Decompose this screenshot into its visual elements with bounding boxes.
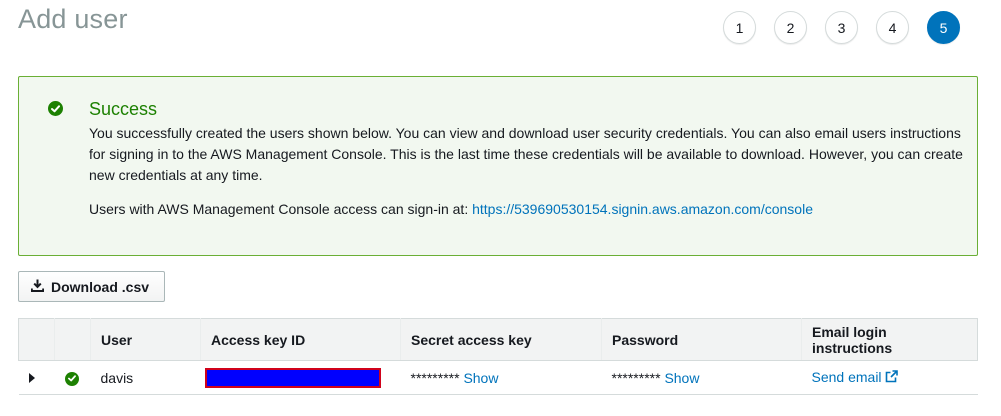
column-header-access-key-id[interactable]: Access key ID: [200, 318, 401, 361]
success-alert: Success You successfully created the use…: [18, 76, 978, 256]
users-table: User Access key ID Secret access key Pas…: [18, 318, 978, 395]
signin-info: Users with AWS Management Console access…: [89, 201, 813, 217]
success-title: Success: [89, 99, 158, 119]
step-3[interactable]: 3: [825, 11, 858, 44]
signin-url-link[interactable]: https://539690530154.signin.aws.amazon.c…: [472, 201, 813, 217]
access-key-id-cell: [200, 360, 401, 395]
column-header-email-login[interactable]: Email login instructions: [801, 318, 978, 361]
step-5-active[interactable]: 5: [927, 11, 960, 44]
signin-prefix: Users with AWS Management Console access…: [89, 201, 469, 217]
password-cell: ********* Show: [601, 360, 802, 395]
show-secret-key-link[interactable]: Show: [463, 370, 498, 386]
expand-cell[interactable]: [18, 360, 55, 395]
send-email-link[interactable]: Send email: [812, 369, 882, 385]
column-header-user[interactable]: User: [90, 318, 201, 361]
expand-column-header: [18, 318, 55, 361]
step-4[interactable]: 4: [876, 11, 909, 44]
show-password-link[interactable]: Show: [664, 370, 699, 386]
table-header-row: User Access key ID Secret access key Pas…: [18, 318, 978, 361]
password-mask: *********: [611, 369, 661, 386]
wizard-steps: 1 2 3 4 5: [723, 11, 960, 44]
secret-access-key-cell: ********* Show: [400, 360, 602, 395]
redacted-access-key: [204, 367, 381, 388]
secret-key-mask: *********: [410, 369, 460, 386]
check-circle-icon: [48, 101, 63, 116]
caret-right-icon[interactable]: [28, 370, 35, 386]
download-icon: [30, 279, 45, 295]
user-cell: davis: [90, 360, 201, 395]
download-csv-button[interactable]: Download .csv: [18, 271, 165, 302]
check-circle-icon: [64, 371, 79, 386]
status-column-header: [54, 318, 91, 361]
download-csv-label: Download .csv: [51, 278, 150, 295]
column-header-secret-access-key[interactable]: Secret access key: [400, 318, 602, 361]
page-title: Add user: [18, 4, 128, 34]
column-header-password[interactable]: Password: [601, 318, 802, 361]
email-login-cell: Send email: [801, 360, 978, 395]
status-cell: [54, 360, 91, 395]
step-1[interactable]: 1: [723, 11, 756, 44]
success-message: You successfully created the users shown…: [89, 125, 963, 183]
table-row: davis ********* Show ********* Show Send…: [18, 360, 978, 395]
step-2[interactable]: 2: [774, 11, 807, 44]
external-link-icon[interactable]: [885, 370, 899, 386]
